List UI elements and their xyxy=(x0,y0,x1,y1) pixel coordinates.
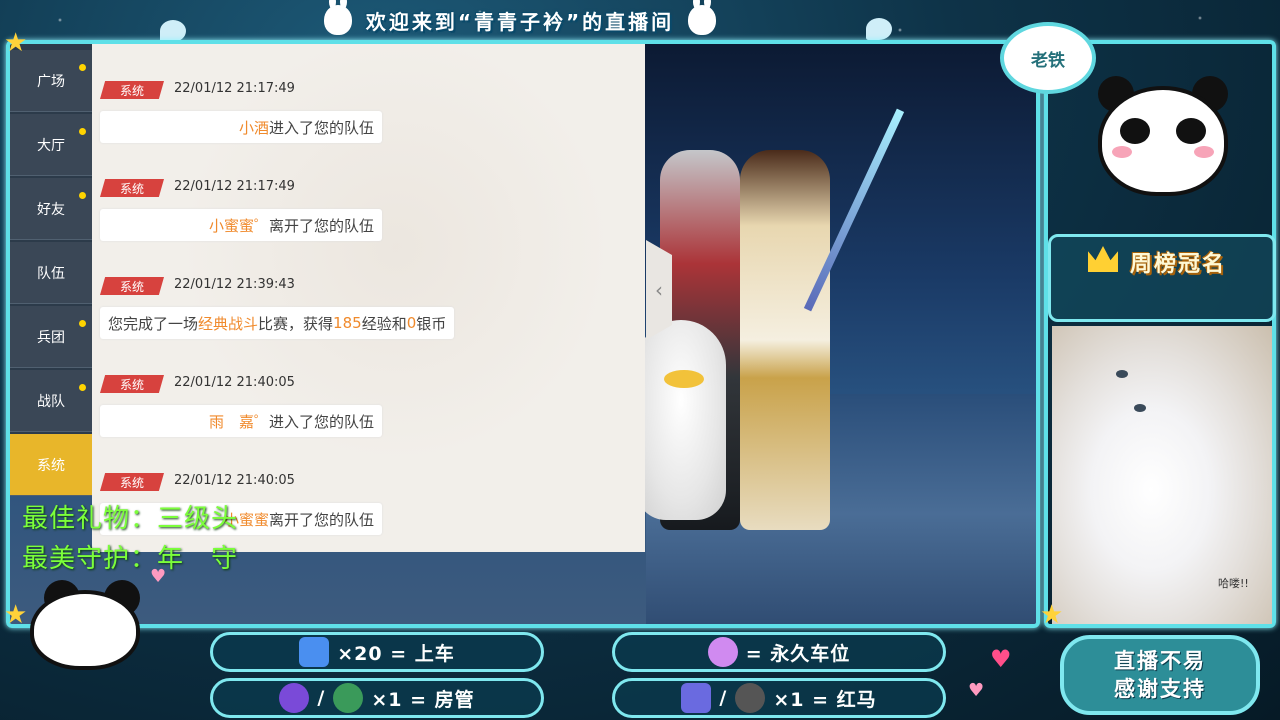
rocking-panda-mascot xyxy=(30,580,200,710)
panda-head xyxy=(30,590,140,670)
panda-cheek xyxy=(1112,146,1132,158)
weekly-ranking-title: 周榜冠名 xyxy=(1130,252,1227,277)
title-banner: 欢迎来到“青青子衿”的直播间 xyxy=(240,0,800,40)
cat-eye xyxy=(1116,370,1128,378)
best-gift-text: 最佳礼物：三级头 xyxy=(22,504,239,534)
best-guard-text: 最美守护：年 守 xyxy=(22,544,239,574)
gift-orb-icon xyxy=(279,683,310,713)
star-icon: ★ xyxy=(4,600,28,630)
speech-bubble: 老铁 xyxy=(1000,22,1096,94)
thanks-line: 感谢支持 xyxy=(1114,677,1206,701)
gift-rule-board: ×20 = 上车 xyxy=(210,632,544,672)
bunny-icon xyxy=(323,0,352,35)
gift-card-icon xyxy=(299,637,330,667)
star-icon: ★ xyxy=(4,28,28,58)
wings-icon xyxy=(707,637,738,667)
gift-rule-text: ×20 = 上车 xyxy=(337,642,455,665)
rocket-icon xyxy=(681,683,712,713)
thanks-line: 直播不易 xyxy=(1114,649,1206,673)
heart-icon: ♥ xyxy=(968,680,985,701)
cat-caption: 哈喽!! xyxy=(1218,577,1249,590)
bunny-icon xyxy=(688,0,717,35)
level3-helmet-icon xyxy=(735,683,766,713)
panda-mascot xyxy=(1098,76,1228,196)
separator: / xyxy=(317,687,326,709)
helmet-icon xyxy=(333,683,364,713)
separator: / xyxy=(719,687,728,709)
thanks-bubble: 直播不易 感谢支持 xyxy=(1060,635,1260,715)
gift-rule-admin: / ×1 = 房管 xyxy=(210,678,544,718)
panda-cheek xyxy=(1194,146,1214,158)
wing-icon xyxy=(160,20,186,42)
panda-eye xyxy=(1120,118,1150,144)
stream-title: 欢迎来到“青青子衿”的直播间 xyxy=(365,9,675,34)
cat-eye xyxy=(1134,404,1146,412)
heart-icon: ♥ xyxy=(990,645,1012,673)
gift-rule-text: = 永久车位 xyxy=(745,642,851,665)
gift-rule-red-horse: / ×1 = 红马 xyxy=(612,678,946,718)
panda-eye xyxy=(1176,118,1206,144)
star-icon: ★ xyxy=(1040,600,1064,630)
panda-head xyxy=(1098,86,1228,196)
gift-rule-wings: = 永久车位 xyxy=(612,632,946,672)
gift-rule-text: ×1 = 房管 xyxy=(371,688,475,711)
wing-icon xyxy=(866,18,892,40)
gift-rule-text: ×1 = 红马 xyxy=(773,688,877,711)
